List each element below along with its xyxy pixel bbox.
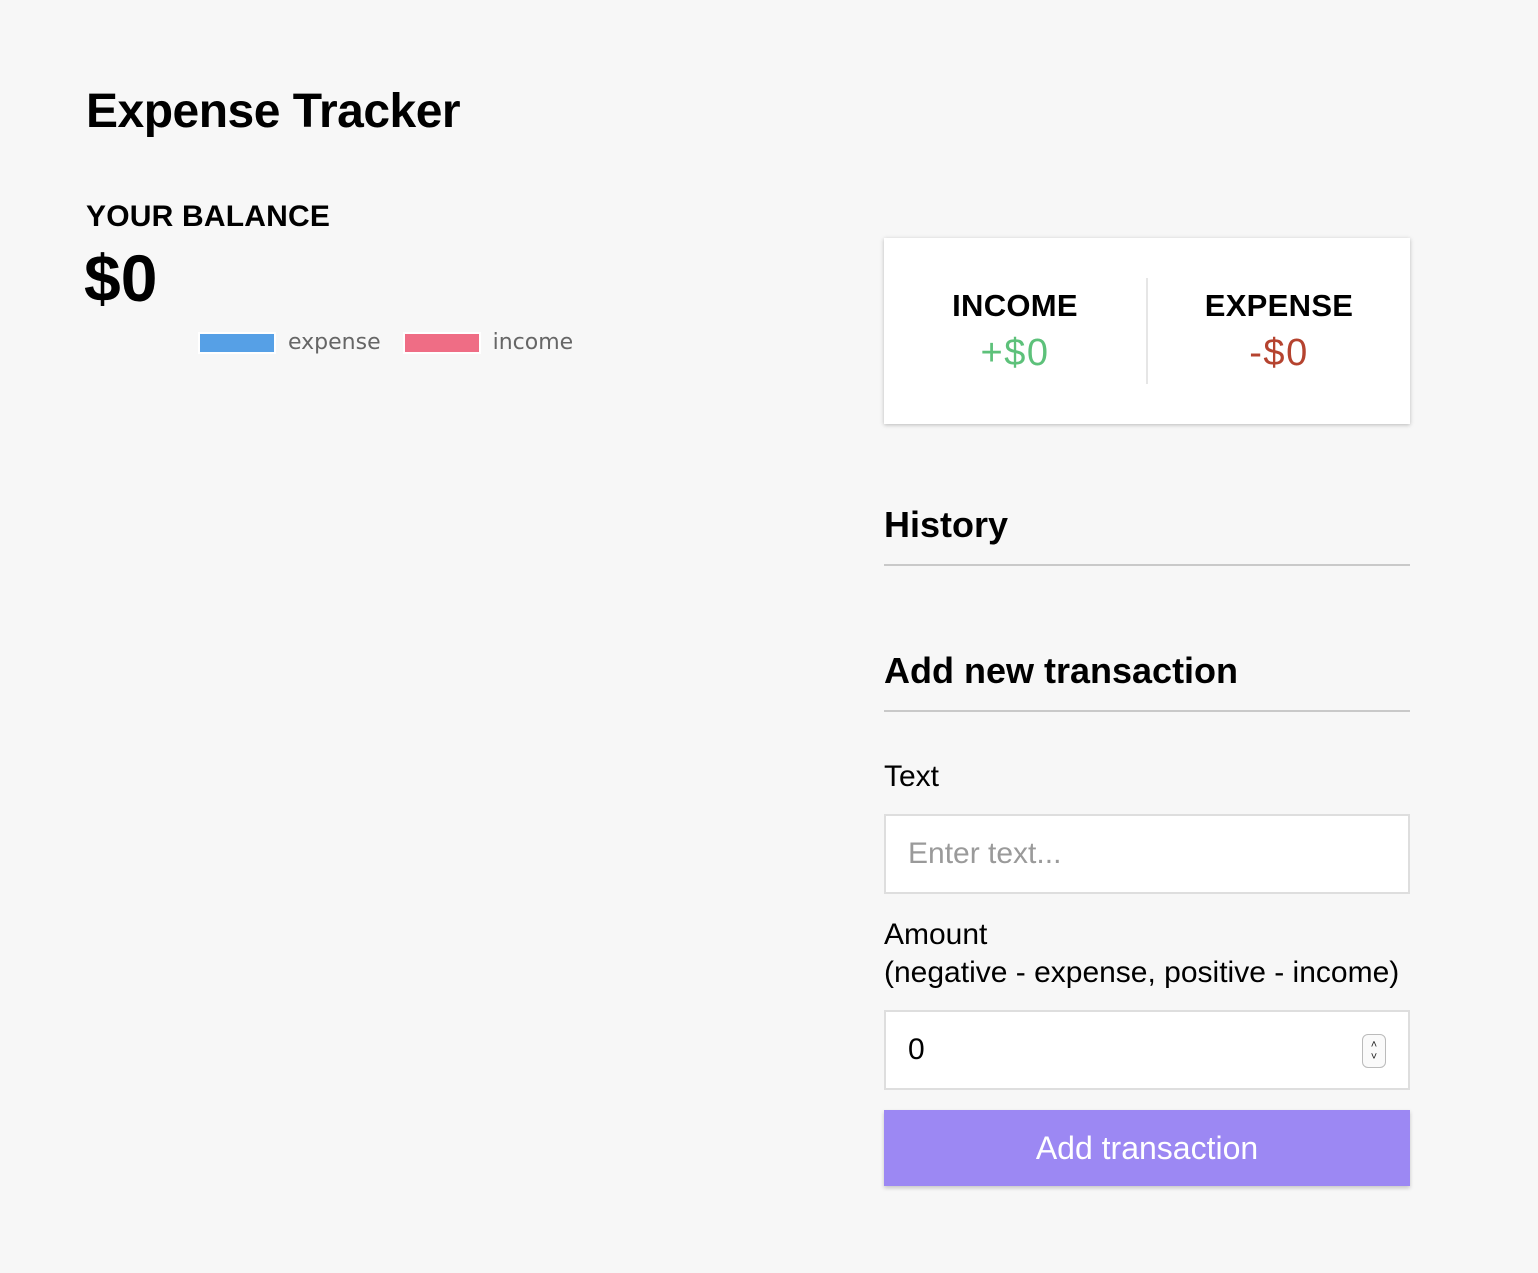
expense-label: EXPENSE — [1204, 287, 1354, 323]
amount-label-hint: (negative - expense, positive - income) — [884, 956, 1400, 989]
income-label: INCOME — [952, 287, 1078, 323]
balance-value: $0 — [84, 241, 158, 315]
income-value: +$0 — [980, 331, 1050, 374]
income-summary: INCOME +$0 — [884, 288, 1146, 375]
text-label: Text — [884, 760, 940, 793]
amount-label-title: Amount — [884, 918, 988, 951]
income-expense-summary: INCOME +$0 EXPENSE -$0 — [884, 238, 1410, 424]
legend-label-income: income — [492, 330, 574, 355]
history-heading: History — [884, 504, 1410, 566]
app-title: Expense Tracker — [86, 85, 461, 138]
amount-label: Amount (negative - expense, positive - i… — [884, 916, 1399, 992]
text-input[interactable] — [884, 814, 1410, 894]
chevron-up-icon[interactable]: ˄ — [1371, 1039, 1377, 1051]
amount-stepper[interactable]: ˄ ˅ — [1362, 1034, 1386, 1068]
legend-item-income[interactable]: income — [402, 330, 574, 355]
amount-field: ˄ ˅ — [884, 1010, 1410, 1090]
expense-value: -$0 — [1249, 331, 1309, 374]
chevron-down-icon[interactable]: ˅ — [1371, 1051, 1377, 1063]
legend-swatch-expense — [198, 331, 276, 354]
legend-label-expense: expense — [288, 330, 381, 355]
balance-label: YOUR BALANCE — [86, 200, 331, 233]
add-transaction-heading: Add new transaction — [884, 650, 1410, 712]
add-transaction-button[interactable]: Add transaction — [884, 1110, 1410, 1186]
legend-item-expense[interactable]: expense — [198, 330, 381, 355]
legend-swatch-income — [402, 331, 481, 354]
expense-summary: EXPENSE -$0 — [1148, 288, 1410, 375]
chart-legend: expense income — [198, 330, 595, 355]
amount-input[interactable] — [884, 1010, 1410, 1090]
